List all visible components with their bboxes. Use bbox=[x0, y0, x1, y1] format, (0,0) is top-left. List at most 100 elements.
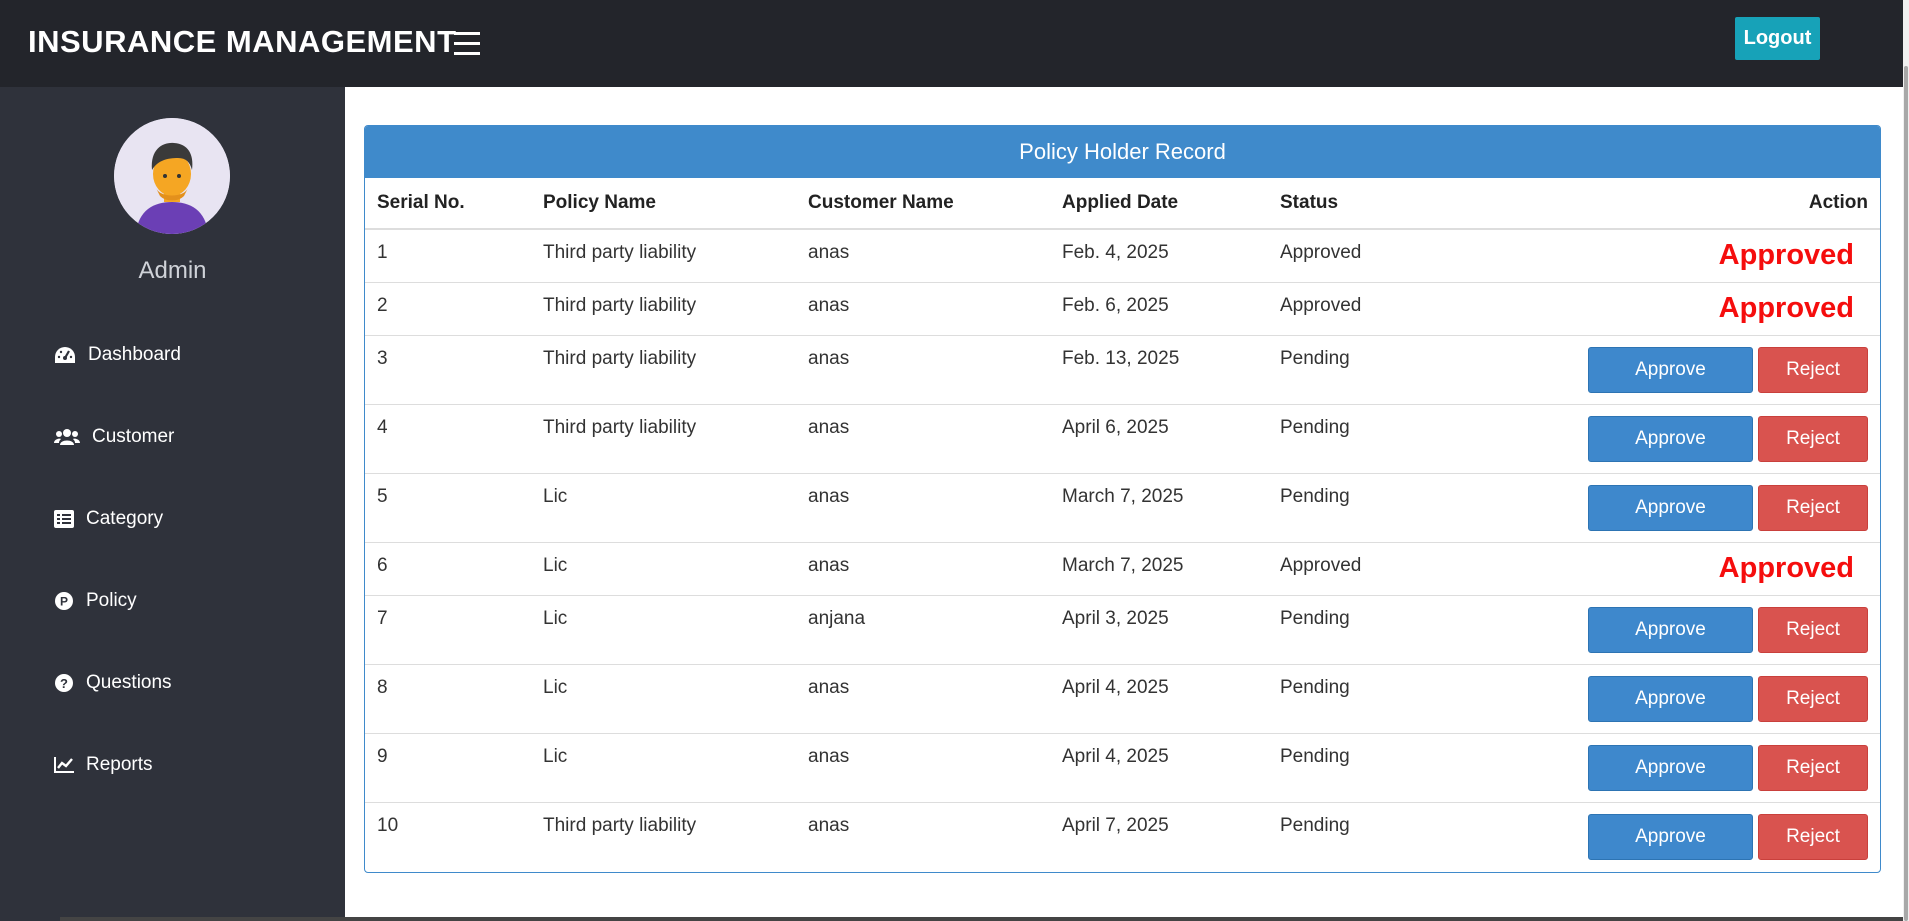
action-cell: Approved bbox=[1448, 228, 1880, 282]
column-header: Customer Name bbox=[796, 178, 1050, 230]
serial-cell: 4 bbox=[365, 403, 531, 473]
sidebar-item-questions[interactable]: ? Questions bbox=[54, 668, 172, 698]
svg-text:P: P bbox=[60, 595, 68, 609]
approve-button[interactable]: Approve bbox=[1588, 415, 1753, 462]
customer-name-cell: anas bbox=[796, 801, 1050, 871]
tachometer-icon bbox=[54, 345, 76, 365]
serial-cell: 6 bbox=[365, 541, 531, 595]
serial-cell: 7 bbox=[365, 594, 531, 664]
taskbar-edge bbox=[60, 917, 1903, 921]
scrollbar-thumb[interactable] bbox=[1904, 66, 1908, 921]
column-header: Action bbox=[1448, 178, 1880, 230]
vertical-scrollbar[interactable] bbox=[1903, 0, 1909, 921]
status-cell: Pending bbox=[1268, 403, 1448, 473]
policy-name-cell: Lic bbox=[531, 732, 796, 802]
applied-date-cell: Feb. 6, 2025 bbox=[1050, 281, 1268, 335]
customer-name-cell: anas bbox=[796, 281, 1050, 335]
applied-date-cell: April 4, 2025 bbox=[1050, 663, 1268, 733]
applied-date-cell: March 7, 2025 bbox=[1050, 541, 1268, 595]
status-cell: Pending bbox=[1268, 801, 1448, 871]
approve-button[interactable]: Approve bbox=[1588, 744, 1753, 791]
policy-p-icon: P bbox=[54, 591, 74, 611]
serial-cell: 2 bbox=[365, 281, 531, 335]
sidebar-item-label: Questions bbox=[86, 672, 172, 693]
table-row: 7 Lic anjana April 3, 2025 Pending Approve Rej… bbox=[365, 594, 1880, 664]
sidebar-item-customer[interactable]: Customer bbox=[54, 422, 174, 452]
status-cell: Approved bbox=[1268, 281, 1448, 335]
user-avatar-icon bbox=[114, 118, 230, 234]
applied-date-cell: March 7, 2025 bbox=[1050, 472, 1268, 542]
status-cell: Pending bbox=[1268, 594, 1448, 664]
sidebar-item-label: Reports bbox=[86, 754, 153, 775]
sidebar-item-label: Category bbox=[86, 508, 164, 529]
serial-cell: 9 bbox=[365, 732, 531, 802]
status-cell: Pending bbox=[1268, 472, 1448, 542]
avatar bbox=[114, 118, 230, 234]
top-navbar: INSURANCE MANAGEMENT Logout bbox=[0, 0, 1909, 87]
user-name: Admin bbox=[138, 257, 207, 284]
approve-button[interactable]: Approve bbox=[1588, 346, 1753, 393]
customer-name-cell: anas bbox=[796, 403, 1050, 473]
question-circle-icon: ? bbox=[54, 673, 74, 693]
policy-name-cell: Third party liability bbox=[531, 403, 796, 473]
approve-button[interactable]: Approve bbox=[1588, 675, 1753, 722]
serial-cell: 10 bbox=[365, 801, 531, 871]
line-chart-icon bbox=[54, 755, 74, 775]
policy-holder-table: Serial No. Policy Name Customer Name App… bbox=[365, 178, 1880, 871]
action-cell: Approve Reject bbox=[1448, 732, 1880, 802]
status-cell: Approved bbox=[1268, 228, 1448, 282]
table-row: 8 Lic anas April 4, 2025 Pending Approve Rejec… bbox=[365, 663, 1880, 733]
action-cell: Approve Reject bbox=[1448, 403, 1880, 473]
action-cell: Approve Reject bbox=[1448, 334, 1880, 404]
status-cell: Pending bbox=[1268, 663, 1448, 733]
menu-toggle-icon[interactable] bbox=[454, 30, 480, 58]
table-row: 2 Third party liability anas Feb. 6, 2025 Ap… bbox=[365, 281, 1880, 335]
reject-button[interactable]: Reject bbox=[1758, 813, 1868, 860]
policy-name-cell: Third party liability bbox=[531, 801, 796, 871]
reject-button[interactable]: Reject bbox=[1758, 606, 1868, 653]
applied-date-cell: April 3, 2025 bbox=[1050, 594, 1268, 664]
policy-name-cell: Lic bbox=[531, 663, 796, 733]
policy-name-cell: Third party liability bbox=[531, 334, 796, 404]
action-cell: Approved bbox=[1448, 281, 1880, 335]
users-icon bbox=[54, 427, 80, 447]
sidebar-item-label: Customer bbox=[92, 426, 175, 447]
reject-button[interactable]: Reject bbox=[1758, 415, 1868, 462]
sidebar: Admin Dashboard Customer Category P Poli… bbox=[0, 87, 345, 921]
column-header: Serial No. bbox=[365, 178, 531, 230]
column-header: Applied Date bbox=[1050, 178, 1268, 230]
table-row: 10 Third party liability anas April 7, 2025… bbox=[365, 801, 1880, 871]
reject-button[interactable]: Reject bbox=[1758, 744, 1868, 791]
sidebar-item-category[interactable]: Category bbox=[54, 504, 163, 534]
approve-button[interactable]: Approve bbox=[1588, 606, 1753, 653]
table-row: 5 Lic anas March 7, 2025 Pending Approve Rejec… bbox=[365, 472, 1880, 542]
logout-button[interactable]: Logout bbox=[1735, 17, 1820, 60]
customer-name-cell: anas bbox=[796, 334, 1050, 404]
app-title: INSURANCE MANAGEMENT bbox=[28, 24, 457, 59]
policy-name-cell: Lic bbox=[531, 594, 796, 664]
applied-date-cell: April 4, 2025 bbox=[1050, 732, 1268, 802]
status-cell: Pending bbox=[1268, 334, 1448, 404]
action-cell: Approve Reject bbox=[1448, 594, 1880, 664]
reject-button[interactable]: Reject bbox=[1758, 346, 1868, 393]
approve-button[interactable]: Approve bbox=[1588, 484, 1753, 531]
reject-button[interactable]: Reject bbox=[1758, 484, 1868, 531]
sidebar-item-reports[interactable]: Reports bbox=[54, 750, 153, 780]
action-cell: Approve Reject bbox=[1448, 663, 1880, 733]
approved-label: Approved bbox=[1718, 552, 1854, 584]
sidebar-item-label: Dashboard bbox=[88, 344, 181, 365]
customer-name-cell: anas bbox=[796, 663, 1050, 733]
reject-button[interactable]: Reject bbox=[1758, 675, 1868, 722]
customer-name-cell: anjana bbox=[796, 594, 1050, 664]
customer-name-cell: anas bbox=[796, 472, 1050, 542]
column-header: Status bbox=[1268, 178, 1448, 230]
approve-button[interactable]: Approve bbox=[1588, 813, 1753, 860]
table-header-row: Serial No. Policy Name Customer Name App… bbox=[365, 178, 1880, 230]
sidebar-item-dashboard[interactable]: Dashboard bbox=[54, 340, 181, 370]
policy-name-cell: Third party liability bbox=[531, 281, 796, 335]
svg-text:?: ? bbox=[60, 676, 68, 691]
serial-cell: 8 bbox=[365, 663, 531, 733]
applied-date-cell: Feb. 13, 2025 bbox=[1050, 334, 1268, 404]
sidebar-item-policy[interactable]: P Policy bbox=[54, 586, 137, 616]
customer-name-cell: anas bbox=[796, 541, 1050, 595]
